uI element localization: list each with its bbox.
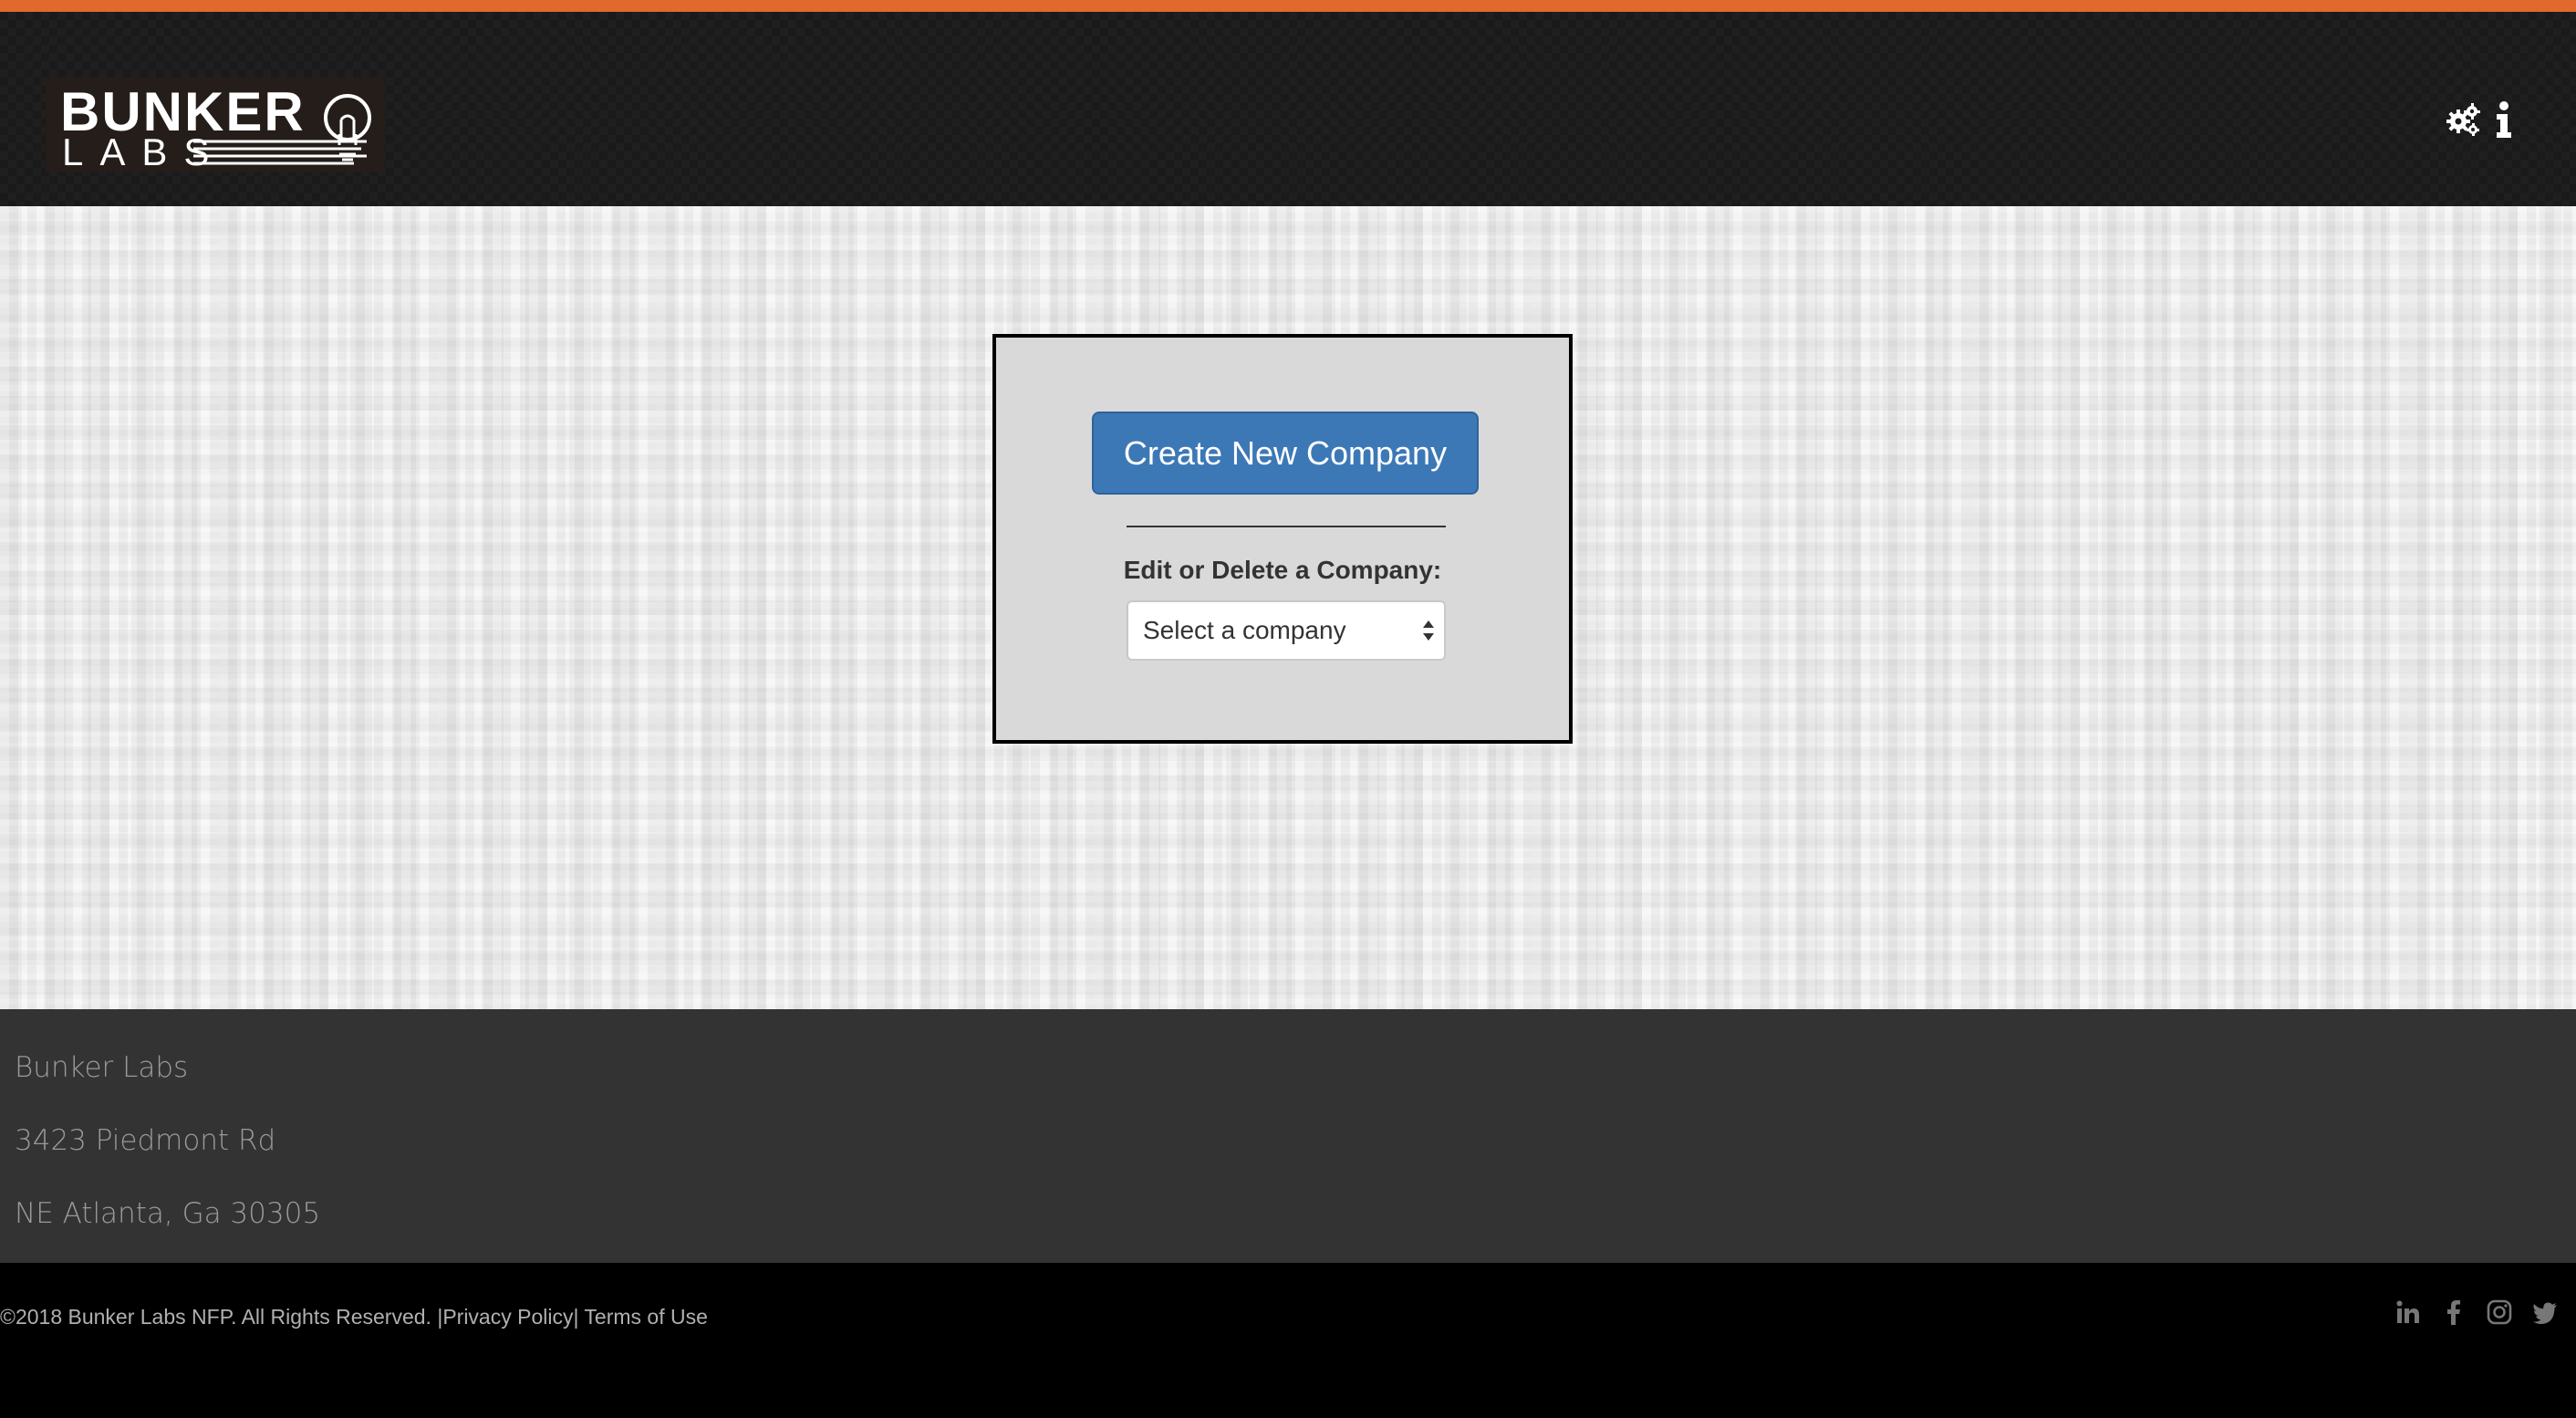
terms-of-use-link[interactable]: Terms of Use bbox=[584, 1305, 707, 1329]
company-panel: Create New Company Edit or Delete a Comp… bbox=[992, 334, 1573, 744]
linkedin-icon[interactable] bbox=[2395, 1299, 2421, 1325]
footer-legal-text: ©2018 Bunker Labs NFP. All Rights Reserv… bbox=[0, 1305, 708, 1329]
info-icon[interactable] bbox=[2494, 101, 2514, 138]
legal-separator: | bbox=[573, 1305, 585, 1329]
privacy-policy-link[interactable]: Privacy Policy bbox=[442, 1305, 573, 1329]
top-accent-bar bbox=[0, 0, 2576, 12]
select-arrows-icon bbox=[1423, 620, 1434, 641]
company-select-value: Select a company bbox=[1143, 616, 1346, 644]
copyright-text: ©2018 Bunker Labs NFP. All Rights Reserv… bbox=[0, 1305, 443, 1329]
panel-divider bbox=[1127, 526, 1446, 527]
facebook-icon[interactable] bbox=[2441, 1299, 2467, 1325]
footer-address-section: Bunker Labs 3423 Piedmont Rd NE Atlanta,… bbox=[0, 1009, 2576, 1263]
logo-underline-decoration bbox=[193, 140, 367, 165]
nav-icon-group bbox=[2445, 101, 2514, 138]
edit-delete-company-label: Edit or Delete a Company: bbox=[1123, 556, 1442, 584]
instagram-icon[interactable] bbox=[2487, 1299, 2512, 1325]
company-select[interactable]: Select a company bbox=[1127, 600, 1446, 661]
bunker-labs-logo[interactable]: BUNKER LABS bbox=[46, 78, 385, 172]
social-links bbox=[2395, 1299, 2558, 1325]
footer-legal-bar: ©2018 Bunker Labs NFP. All Rights Reserv… bbox=[0, 1263, 2576, 1418]
footer-company-name: Bunker Labs bbox=[15, 1051, 189, 1084]
create-new-company-button[interactable]: Create New Company bbox=[1092, 412, 1479, 495]
settings-gears-icon[interactable] bbox=[2445, 101, 2481, 138]
twitter-icon[interactable] bbox=[2532, 1299, 2558, 1325]
footer-address-line2: NE Atlanta, Ga 30305 bbox=[15, 1197, 321, 1230]
footer-address-line1: 3423 Piedmont Rd bbox=[15, 1124, 276, 1157]
top-navbar: BUNKER LABS bbox=[0, 12, 2576, 206]
